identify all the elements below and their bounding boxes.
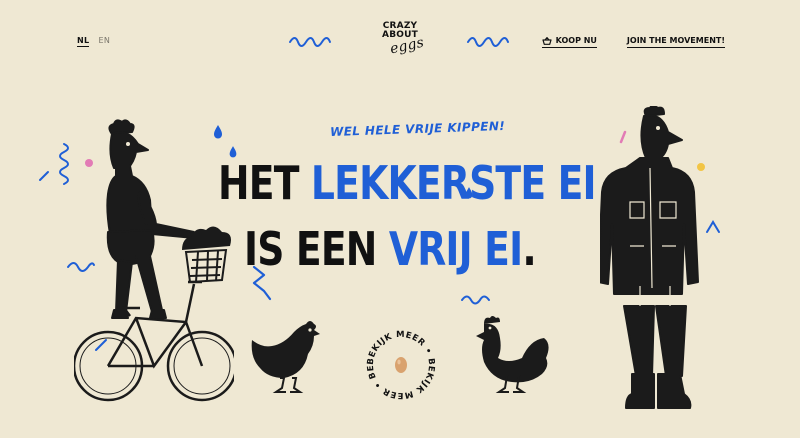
crazy-about-eggs-logo[interactable]: CRAZY ABOUT eggs xyxy=(370,22,430,58)
join-movement-label: JOIN THE MOVEMENT! xyxy=(626,36,725,45)
blue-zigzag xyxy=(252,265,272,301)
hero-headline-line-2: IS EEN VRIJ EI. xyxy=(244,226,556,272)
top-nav: KOOP NU JOIN THE MOVEMENT! xyxy=(541,36,725,48)
headline-period: . xyxy=(522,222,536,276)
shop-label: KOOP NU xyxy=(555,36,597,45)
blue-squiggle xyxy=(461,295,490,305)
egg-icon xyxy=(395,357,407,373)
squiggle-decoration-right xyxy=(467,37,509,47)
headline-lekkerste-ei: LEKKERSTE EI xyxy=(310,156,597,210)
chicken-farmer-illustration xyxy=(600,106,699,409)
landing-page: NL EN CRAZY ABOUT eggs KOOP NU JOIN THE … xyxy=(0,0,800,438)
blue-drop-icon xyxy=(465,187,473,199)
rooster-illustration xyxy=(476,316,549,393)
headline-vrij-ei: VRIJ EI xyxy=(388,222,523,276)
blue-confetti xyxy=(39,171,49,181)
lang-en[interactable]: EN xyxy=(99,36,111,45)
lang-nl[interactable]: NL xyxy=(77,36,90,47)
hero-headline-line-1: HET LEKKERSTE EI xyxy=(218,160,597,206)
hen-illustration xyxy=(251,321,320,393)
hero-tagline: WEL HELE VRIJE KIPPEN! xyxy=(329,118,506,140)
chicken-cyclist-illustration xyxy=(74,119,234,402)
shop-link[interactable]: KOOP NU xyxy=(541,36,597,48)
squiggle-decoration-left xyxy=(289,37,331,47)
basket-icon xyxy=(542,36,552,45)
language-switch: NL EN xyxy=(77,36,116,47)
bekijk-meer-button[interactable]: BEKIJK MEER • BEKIJK MEER • BEKIJK MEER … xyxy=(362,326,440,404)
blue-spring-decoration xyxy=(59,143,69,185)
join-movement-link[interactable]: JOIN THE MOVEMENT! xyxy=(626,36,725,48)
